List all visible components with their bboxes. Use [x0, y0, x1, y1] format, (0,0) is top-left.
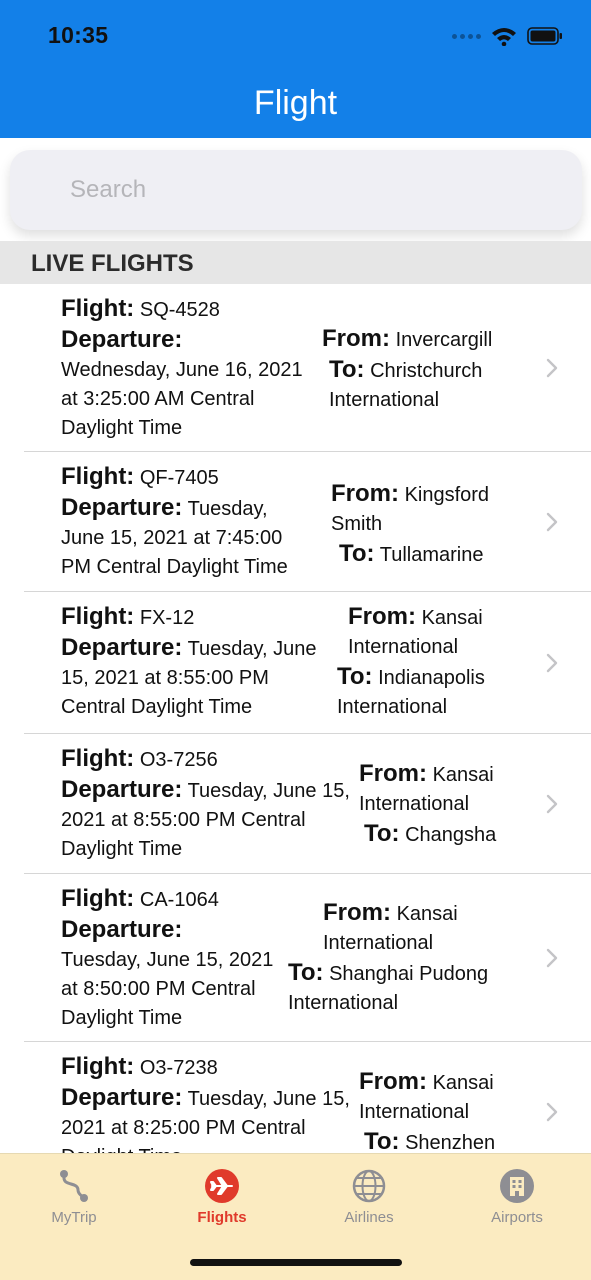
departure-label: Departure: — [61, 1084, 183, 1111]
flight-row[interactable]: Flight: FX-12 Departure: Tuesday, June 1… — [0, 592, 591, 734]
to-airport: Shenzhen — [405, 1132, 496, 1153]
flight-info: Flight: O3-7256 Departure: Tuesday, June… — [61, 744, 351, 864]
flight-label: Flight: — [61, 1053, 135, 1080]
flight-number: QF-7405 — [139, 467, 219, 489]
chevron-right-icon — [546, 653, 558, 673]
tab-label: Flights — [197, 1209, 247, 1226]
flight-row[interactable]: Flight: QF-7405 Departure: Tuesday, June… — [0, 452, 591, 592]
route-info: From: Kansai International To: Shanghai … — [288, 898, 523, 1018]
to-airport: Changsha — [405, 824, 497, 846]
building-icon — [500, 1169, 534, 1203]
page-title: Flight — [253, 84, 338, 122]
to-label: To: — [364, 820, 400, 847]
to-airport: Tullamarine — [379, 544, 484, 566]
navigation-header: 10:35 Flight — [0, 0, 591, 138]
chevron-right-icon — [546, 512, 558, 532]
flight-number: CA-1064 — [139, 889, 219, 911]
from-label: From: — [322, 325, 390, 352]
section-title: LIVE FLIGHTS — [31, 250, 194, 277]
home-indicator — [190, 1259, 402, 1266]
flight-number: FX-12 — [139, 607, 195, 629]
departure-time: Tuesday, June 15, 2021 at 8:50:00 PM Cen… — [61, 949, 274, 1029]
departure-label: Departure: — [61, 916, 183, 943]
to-label: To: — [339, 540, 375, 567]
from-label: From: — [331, 480, 399, 507]
from-airport: Invercargill — [395, 329, 493, 351]
chevron-right-icon — [546, 1102, 558, 1122]
route-info: From: Kansai International To: Indianapo… — [337, 602, 517, 722]
route-info: From: Kansai International To: Changsha — [359, 759, 529, 850]
from-label: From: — [359, 760, 427, 787]
departure-time: Wednesday, June 16, 2021 at 3:25:00 AM C… — [61, 359, 303, 439]
to-airport-part: Christchurch — [370, 360, 483, 382]
from-label: From: — [348, 603, 416, 630]
flight-label: Flight: — [61, 463, 135, 490]
flight-row[interactable]: Flight: CA-1064 Departure: Tuesday, June… — [0, 874, 591, 1042]
from-airport-part: International — [359, 1101, 470, 1123]
route-info: From: Kingsford Smith To: Tullamarine — [331, 479, 531, 570]
tab-airlines[interactable]: Airlines — [295, 1154, 443, 1234]
route-info: From: Invercargill To: Christchurch Inte… — [322, 324, 532, 415]
to-airport-part: Indianapolis — [378, 667, 485, 689]
tab-mytrip[interactable]: MyTrip — [0, 1154, 148, 1234]
wifi-icon — [492, 28, 516, 46]
search-input[interactable] — [70, 172, 550, 208]
to-label: To: — [364, 1128, 400, 1153]
signal-dots-icon — [452, 33, 481, 39]
route-icon — [60, 1170, 88, 1202]
from-airport-part: International — [323, 932, 434, 954]
departure-label: Departure: — [61, 326, 183, 353]
flight-info: Flight: FX-12 Departure: Tuesday, June 1… — [61, 602, 326, 722]
tab-flights[interactable]: Flights — [148, 1154, 296, 1234]
from-airport-part: International — [348, 636, 459, 658]
departure-label: Departure: — [61, 776, 183, 803]
flight-label: Flight: — [61, 745, 135, 772]
search-bar[interactable] — [10, 150, 582, 230]
tab-label: Airports — [491, 1209, 543, 1226]
flight-info: Flight: SQ-4528 Departure: Wednesday, Ju… — [61, 294, 316, 443]
from-label: From: — [323, 899, 391, 926]
chevron-right-icon — [546, 948, 558, 968]
from-airport-part: Kansai — [432, 1072, 494, 1094]
route-info: From: Kansai International To: Shenzhen — [359, 1067, 529, 1153]
to-label: To: — [288, 959, 324, 986]
flight-label: Flight: — [61, 603, 135, 630]
departure-label: Departure: — [61, 494, 183, 521]
flight-number: SQ-4528 — [139, 299, 220, 321]
departure-label: Departure: — [61, 634, 183, 661]
flight-row[interactable]: Flight: O3-7238 Departure: Tuesday, June… — [0, 1042, 591, 1153]
to-airport-part: International — [329, 389, 440, 411]
to-airport-part: International — [288, 992, 399, 1014]
from-airport-part: Kansai — [432, 764, 494, 786]
status-time: 10:35 — [48, 22, 109, 48]
tab-label: Airlines — [344, 1209, 394, 1226]
flight-number: O3-7256 — [139, 749, 218, 771]
flight-list: Flight: SQ-4528 Departure: Wednesday, Ju… — [0, 284, 591, 1153]
to-airport-part: International — [337, 696, 448, 718]
from-airport-part: Kansai — [421, 607, 483, 629]
from-label: From: — [359, 1068, 427, 1095]
tab-label: MyTrip — [51, 1209, 97, 1226]
battery-icon — [527, 27, 562, 45]
flight-label: Flight: — [61, 885, 135, 912]
flight-info: Flight: QF-7405 Departure: Tuesday, June… — [61, 462, 306, 582]
chevron-right-icon — [546, 794, 558, 814]
chevron-right-icon — [546, 358, 558, 378]
airplane-icon — [205, 1169, 239, 1203]
flight-info: Flight: CA-1064 Departure: Tuesday, June… — [61, 884, 276, 1033]
flight-label: Flight: — [61, 295, 135, 322]
from-airport-part: Kansai — [396, 903, 458, 925]
to-label: To: — [337, 663, 373, 690]
section-header: LIVE FLIGHTS — [0, 241, 591, 284]
to-label: To: — [329, 356, 365, 383]
status-icons — [452, 26, 563, 46]
flight-row[interactable]: Flight: SQ-4528 Departure: Wednesday, Ju… — [0, 284, 591, 452]
from-airport-part: International — [359, 793, 470, 815]
flight-row[interactable]: Flight: O3-7256 Departure: Tuesday, June… — [0, 734, 591, 874]
globe-icon — [352, 1169, 386, 1203]
to-airport-part: Shanghai Pudong — [329, 963, 489, 985]
flight-info: Flight: O3-7238 Departure: Tuesday, June… — [61, 1052, 351, 1153]
tab-airports[interactable]: Airports — [443, 1154, 591, 1234]
flight-number: O3-7238 — [139, 1057, 218, 1079]
